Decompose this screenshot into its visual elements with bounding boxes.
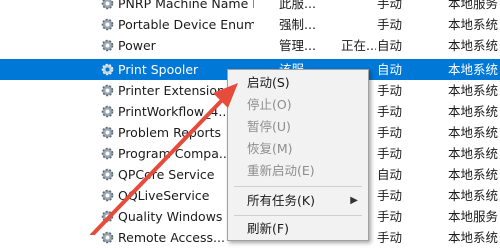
service-logon-as: 本地系统	[448, 188, 499, 203]
gear-icon	[101, 168, 114, 181]
service-startup-type: 手动	[377, 83, 403, 98]
gear-icon	[101, 210, 114, 223]
service-logon-as: 本地系统	[448, 38, 499, 53]
service-row[interactable]: Portable Device Enumera... 强制... 手动 本地系统	[0, 14, 500, 35]
service-startup-type: 手动	[377, 104, 403, 119]
menu-item-stop: 停止(O)	[247, 97, 292, 112]
menu-separator	[234, 215, 362, 216]
service-description: 此服...	[279, 0, 316, 11]
menu-item-pause: 暂停(U)	[247, 119, 291, 134]
gear-icon	[101, 18, 114, 31]
menu-item-all-tasks-label: 所有任务(K)	[247, 193, 315, 208]
service-startup-type: 自动	[377, 38, 403, 53]
menu-separator	[234, 186, 362, 187]
service-startup-type: 手动	[377, 125, 403, 140]
service-startup-type: 手动	[377, 0, 403, 11]
service-startup-type: 手动	[377, 146, 403, 161]
service-logon-as: 本地系统	[448, 230, 499, 245]
gear-icon	[101, 84, 114, 97]
gear-icon	[101, 105, 114, 118]
service-startup-type: 手动	[377, 17, 403, 32]
service-startup-type: 自动	[377, 167, 403, 182]
gear-icon	[101, 63, 114, 76]
service-logon-as: 本地系统	[448, 167, 499, 182]
menu-item-refresh[interactable]: 刷新(F)	[228, 218, 368, 240]
service-startup-type: 手动	[377, 230, 403, 245]
chevron-right-icon: ▶	[350, 195, 358, 206]
service-logon-as: 本地系统	[448, 146, 499, 161]
menu-item-restart: 重新启动(E)	[247, 163, 315, 178]
service-logon-as: 本地系统	[448, 125, 499, 140]
service-description: 强制...	[279, 17, 316, 32]
service-logon-as: 本地服务	[448, 209, 499, 224]
gear-icon	[101, 126, 114, 139]
context-menu: 启动(S) 停止(O) 暂停(U) 恢复(M) 重新启动(E) 所有任务(K) …	[227, 69, 369, 241]
service-row[interactable]: Power 管理... 正在... 自动 本地系统	[0, 35, 500, 56]
service-logon-as: 本地系统	[448, 17, 499, 32]
service-logon-as: 本地系统	[448, 104, 499, 119]
gear-icon	[101, 39, 114, 52]
gear-icon	[101, 231, 114, 244]
menu-item-all-tasks[interactable]: 所有任务(K) ▶	[228, 190, 368, 212]
service-status: 正在...	[341, 38, 376, 53]
menu-item-resume: 恢复(M)	[247, 141, 293, 156]
service-name: PNRP Machine Name Pub...	[118, 0, 254, 11]
gear-icon	[101, 189, 114, 202]
service-logon-as: 本地服务	[448, 0, 499, 11]
service-description: 管理...	[279, 38, 316, 53]
service-name: Power	[118, 38, 156, 53]
service-logon-as: 本地系统	[448, 62, 499, 77]
gear-icon	[101, 0, 114, 10]
service-logon-as: 本地系统	[448, 83, 499, 98]
service-startup-type: 手动	[377, 188, 403, 203]
service-startup-type: 手动	[377, 209, 403, 224]
service-startup-type: 自动	[377, 62, 403, 77]
service-row[interactable]: PNRP Machine Name Pub... 此服... 手动 本地服务	[0, 0, 500, 14]
menu-item-start[interactable]: 启动(S)	[228, 72, 368, 94]
gear-icon	[101, 147, 114, 160]
service-name: Portable Device Enumera...	[118, 17, 254, 32]
